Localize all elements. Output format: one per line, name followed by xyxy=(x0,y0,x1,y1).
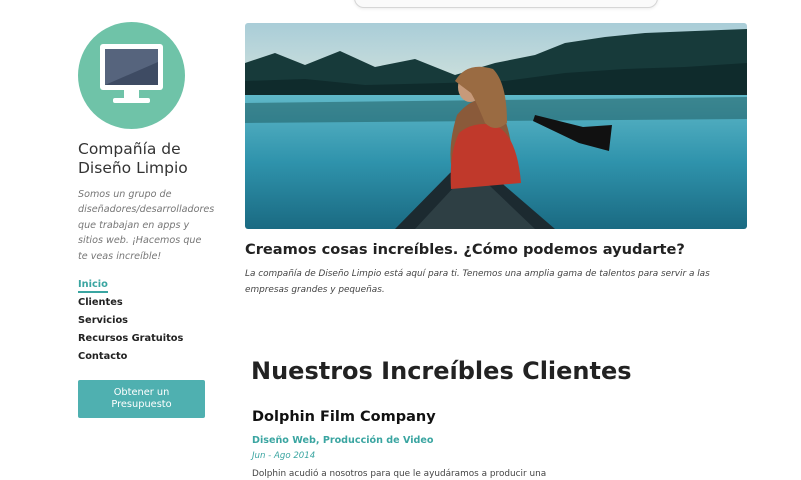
client-services: Diseño Web, Producción de Video xyxy=(252,435,434,446)
tagline: Somos un grupo de diseñadores/desarrolla… xyxy=(78,189,215,262)
client-name: Dolphin Film Company xyxy=(252,409,436,425)
main-nav: Inicio Clientes Servicios Recursos Gratu… xyxy=(78,278,208,368)
nav-item-recursos-gratuitos[interactable]: Recursos Gratuitos xyxy=(78,332,208,350)
hero-description: La compañía de Diseño Limpio está aquí p… xyxy=(245,269,710,295)
hero-title: Creamos cosas increíbles. ¿Cómo podemos … xyxy=(245,241,685,258)
nav-item-label: Servicios xyxy=(78,315,129,327)
clients-section-title: Nuestros Increíbles Clientes xyxy=(251,357,632,385)
monitor-icon xyxy=(100,44,163,103)
nav-item-servicios[interactable]: Servicios xyxy=(78,314,208,332)
sidebar: Compañía de Diseño Limpio Somos un grupo… xyxy=(78,22,215,418)
get-quote-button[interactable]: Obtener un Presupuesto xyxy=(78,380,205,418)
nav-item-clientes[interactable]: Clientes xyxy=(78,296,208,314)
nav-item-label: Inicio xyxy=(78,279,108,294)
nav-item-label: Clientes xyxy=(78,297,123,309)
client-dates: Jun - Ago 2014 xyxy=(252,451,316,461)
client-description: Dolphin acudió a nosotros para que le ay… xyxy=(252,469,547,479)
logo[interactable] xyxy=(78,22,185,129)
company-name: Compañía de Diseño Limpio xyxy=(78,140,188,177)
nav-item-label: Recursos Gratuitos xyxy=(78,333,184,345)
hero-image xyxy=(245,23,747,229)
nav-item-contacto[interactable]: Contacto xyxy=(78,350,208,368)
nav-item-inicio[interactable]: Inicio xyxy=(78,278,208,296)
nav-item-label: Contacto xyxy=(78,351,128,363)
top-overlay-bar xyxy=(354,0,658,8)
